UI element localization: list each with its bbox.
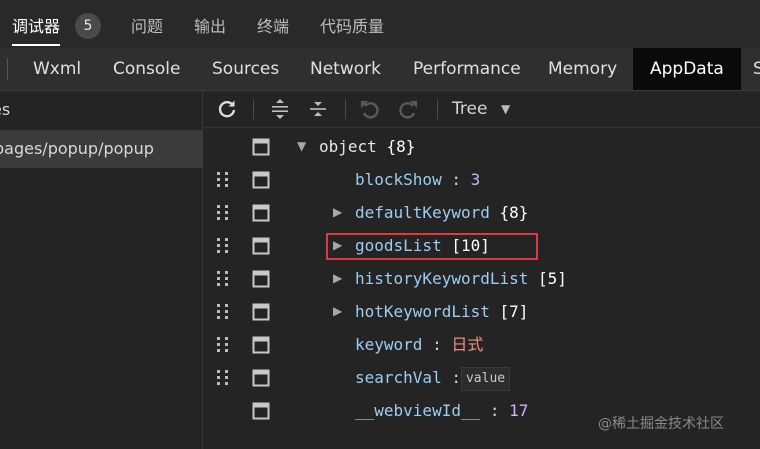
refresh-icon[interactable] <box>216 98 238 120</box>
expand-all-icon[interactable] <box>269 98 291 120</box>
tab-debugger[interactable]: 调试器 <box>12 0 61 48</box>
tree-row-root: ▼ object {8} <box>203 130 760 163</box>
drag-handle-icon[interactable] <box>216 237 230 254</box>
tree-entry[interactable]: defaultKeyword {8} <box>355 196 528 229</box>
devtools-panel-tabs: Wxml Console Sources Network Performance… <box>0 48 760 91</box>
tab-memory[interactable]: Memory <box>548 48 617 90</box>
tree-entry[interactable]: hotKeywordList [7] <box>355 295 528 328</box>
tree-row: ▶ hotKeywordList [7] <box>203 295 760 328</box>
entry-key: historyKeywordList <box>355 269 529 288</box>
chevron-down-icon[interactable]: ▼ <box>501 91 510 127</box>
page-list-sidebar: es pages/popup/popup <box>0 91 203 449</box>
copy-icon[interactable] <box>252 369 270 387</box>
entry-key: blockShow <box>355 170 442 189</box>
tab-appdata[interactable]: AppData <box>633 48 741 90</box>
tab-overflow-s[interactable]: S <box>753 48 760 90</box>
tree-row: blockShow : 3 <box>203 163 760 196</box>
entry-value: 17 <box>509 401 529 420</box>
entry-key: hotKeywordList <box>355 302 490 321</box>
watermark: @稀土掘金技术社区 <box>598 416 724 432</box>
entry-summary: [7] <box>499 302 529 321</box>
copy-icon[interactable] <box>252 270 270 288</box>
tree-entry[interactable]: searchVal : value <box>355 361 511 394</box>
entry-key: keyword <box>355 335 423 354</box>
redo-icon[interactable] <box>397 98 419 120</box>
tab-code-quality[interactable]: 代码质量 <box>320 0 384 48</box>
tree-row: keyword : 日式 <box>203 328 760 361</box>
copy-icon[interactable] <box>252 138 270 156</box>
drag-handle-icon[interactable] <box>216 336 230 353</box>
tree-row: ▶ defaultKeyword {8} <box>203 196 760 229</box>
debugger-count-badge: 5 <box>75 13 101 39</box>
copy-icon[interactable] <box>252 171 270 189</box>
entry-value[interactable]: 日式 <box>451 335 483 354</box>
tree-entry[interactable]: blockShow : 3 <box>355 163 480 196</box>
entry-summary: [5] <box>538 269 567 288</box>
copy-icon[interactable] <box>252 402 270 420</box>
tree-entry[interactable]: keyword : 日式 <box>355 328 483 361</box>
entry-value: 3 <box>470 170 481 189</box>
tab-sources[interactable]: Sources <box>212 48 279 90</box>
tab-console[interactable]: Console <box>113 48 181 90</box>
copy-icon[interactable] <box>252 336 270 354</box>
tree-row: ▶ historyKeywordList [5] <box>203 262 760 295</box>
tree-root-count: {8} <box>386 137 416 156</box>
drag-handle-icon[interactable] <box>216 171 230 188</box>
tree-entry[interactable]: historyKeywordList [5] <box>355 262 567 295</box>
tab-wxml[interactable]: Wxml <box>33 48 81 90</box>
entry-key: defaultKeyword <box>355 203 490 222</box>
drag-handle-icon[interactable] <box>216 204 230 221</box>
entry-key: __webviewId__ <box>355 401 481 420</box>
empty-value-field[interactable]: value <box>460 366 511 391</box>
tab-terminal[interactable]: 终端 <box>257 0 289 48</box>
toolbar-divider <box>345 99 346 119</box>
tab-debugger-label: 调试器 <box>12 17 61 36</box>
copy-icon[interactable] <box>252 303 270 321</box>
sidebar-item-popup-page[interactable]: pages/popup/popup <box>0 130 202 168</box>
toolbar-divider <box>437 99 438 119</box>
drag-handle-icon[interactable] <box>216 369 230 386</box>
tree-entry[interactable]: __webviewId__ : 17 <box>355 394 528 427</box>
copy-icon[interactable] <box>252 237 270 255</box>
tab-performance[interactable]: Performance <box>413 48 521 90</box>
toolbar-divider <box>253 99 254 119</box>
tab-network[interactable]: Network <box>310 48 381 90</box>
sidebar-item-label: es <box>0 100 11 119</box>
undo-icon[interactable] <box>359 98 381 120</box>
goods-list-highlight-box <box>326 233 538 260</box>
sidebar-item-pages[interactable]: es <box>0 91 194 129</box>
tree-root-name: object <box>319 137 377 156</box>
tab-output[interactable]: 输出 <box>194 0 226 48</box>
tree-row: searchVal : value <box>203 361 760 394</box>
panel-tabs-divider <box>7 58 8 80</box>
collapsed-caret-icon[interactable]: ▶ <box>333 196 347 229</box>
copy-icon[interactable] <box>252 204 270 222</box>
entry-key: searchVal <box>355 368 442 387</box>
collapsed-caret-icon[interactable]: ▶ <box>333 295 347 328</box>
drag-handle-icon[interactable] <box>216 270 230 287</box>
drag-handle-icon[interactable] <box>216 303 230 320</box>
view-mode-select[interactable]: Tree <box>452 91 487 127</box>
sidebar-item-label: pages/popup/popup <box>0 139 154 158</box>
expanded-caret-icon[interactable]: ▼ <box>297 130 311 163</box>
entry-summary: {8} <box>499 203 529 222</box>
tab-issues[interactable]: 问题 <box>131 0 163 48</box>
appdata-toolbar: Tree ▼ <box>203 91 760 128</box>
collapse-all-icon[interactable] <box>307 98 329 120</box>
tree-root-label[interactable]: object {8} <box>319 130 415 163</box>
collapsed-caret-icon[interactable]: ▶ <box>333 262 347 295</box>
top-tab-bar: 调试器 5 问题 输出 终端 代码质量 <box>0 0 760 48</box>
